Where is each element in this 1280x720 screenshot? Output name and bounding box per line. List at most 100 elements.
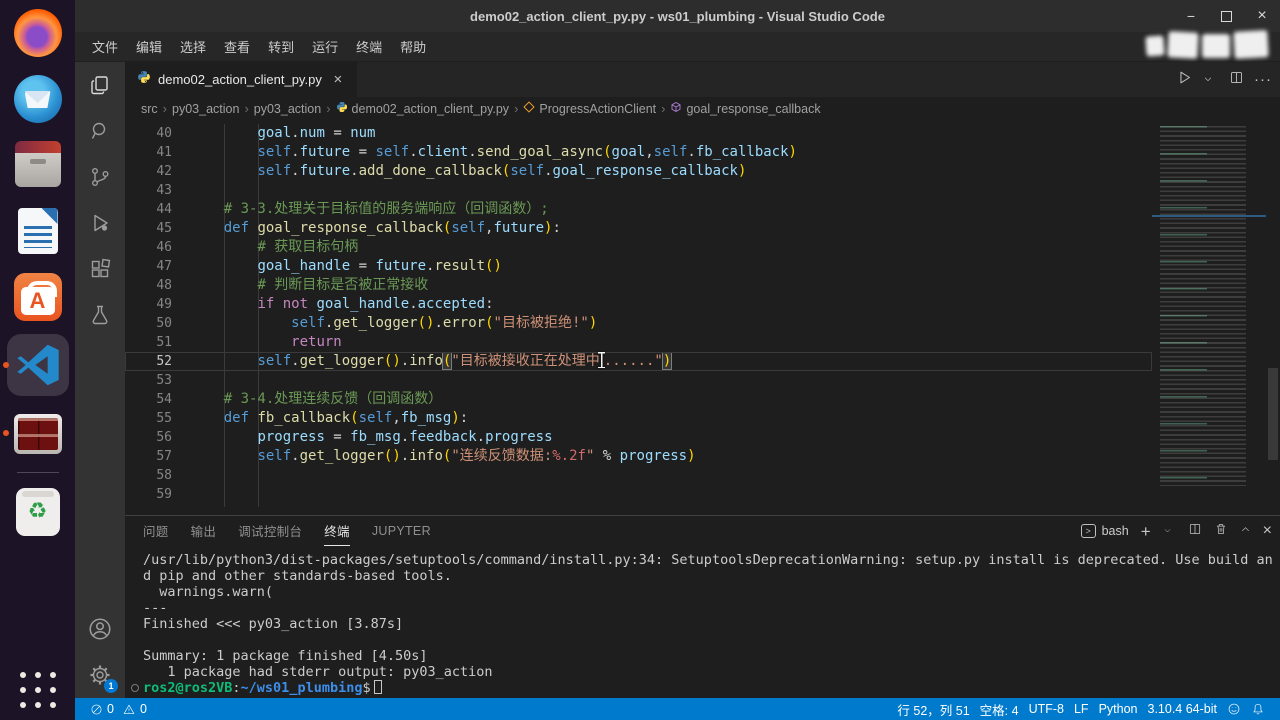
menu-item[interactable]: 编辑	[127, 33, 171, 60]
line-number[interactable]: 57	[125, 447, 172, 466]
minimize-button[interactable]: −	[1183, 8, 1199, 24]
run-dropdown-icon[interactable]	[1203, 71, 1213, 89]
terminal-instance[interactable]: > bash	[1080, 524, 1129, 538]
more-actions-icon[interactable]: ···	[1254, 71, 1272, 88]
kill-terminal-icon[interactable]	[1214, 522, 1228, 541]
search-icon[interactable]	[75, 108, 125, 154]
notifications-bell-icon[interactable]	[1246, 702, 1270, 716]
menu-item[interactable]: 帮助	[391, 33, 435, 60]
split-terminal-icon[interactable]	[1188, 522, 1202, 541]
code-line[interactable]: 57 self.get_logger().info("连续反馈数据:%.2f" …	[125, 447, 1152, 466]
line-number[interactable]: 40	[125, 124, 172, 143]
code-line[interactable]: 50 self.get_logger().error("目标被拒绝!")	[125, 314, 1152, 333]
terminal-dropdown-icon[interactable]	[1163, 522, 1172, 540]
line-number[interactable]: 59	[125, 485, 172, 504]
encoding[interactable]: UTF-8	[1024, 702, 1069, 716]
breadcrumb-item[interactable]: goal_response_callback	[670, 101, 821, 116]
code-line[interactable]: 54 # 3-4.处理连续反馈（回调函数）	[125, 390, 1152, 409]
code-line[interactable]: 59	[125, 485, 1152, 504]
feedback-smiley-icon[interactable]	[1222, 702, 1246, 716]
panel-tab[interactable]: 输出	[191, 516, 217, 546]
panel-tab[interactable]: 问题	[143, 516, 169, 546]
problems-status[interactable]: 0 0	[85, 702, 152, 716]
code-line[interactable]: 41 self.future = self.client.send_goal_a…	[125, 143, 1152, 162]
line-number[interactable]: 49	[125, 295, 172, 314]
cursor-position[interactable]: 行 52，列 51	[892, 700, 974, 719]
language-mode[interactable]: Python	[1094, 702, 1143, 716]
maximize-panel-icon[interactable]	[1240, 522, 1251, 540]
code-line[interactable]: 52 self.get_logger().info("目标被接收正在处理中...…	[125, 352, 1152, 371]
run-and-debug-icon[interactable]	[75, 200, 125, 246]
dock-ubuntu-software[interactable]	[0, 264, 75, 330]
split-editor-icon[interactable]	[1229, 70, 1244, 90]
source-control-icon[interactable]	[75, 154, 125, 200]
python-interpreter[interactable]: 3.10.4 64-bit	[1143, 702, 1223, 716]
tab-demo02-action-client[interactable]: demo02_action_client_py.py ×	[125, 62, 358, 97]
line-number[interactable]: 44	[125, 200, 172, 219]
code-line[interactable]: 43	[125, 181, 1152, 200]
menu-item[interactable]: 转到	[259, 33, 303, 60]
title-bar[interactable]: demo02_action_client_py.py - ws01_plumbi…	[75, 0, 1280, 32]
menu-item[interactable]: 运行	[303, 33, 347, 60]
menu-item[interactable]: 查看	[215, 33, 259, 60]
menu-item[interactable]: 文件	[83, 33, 127, 60]
code-line[interactable]: 48 # 判断目标是否被正常接收	[125, 276, 1152, 295]
dock-terminator[interactable]	[0, 400, 75, 466]
extensions-icon[interactable]	[75, 246, 125, 292]
panel-tab[interactable]: JUPYTER	[372, 516, 431, 546]
line-number[interactable]: 54	[125, 390, 172, 409]
line-number[interactable]: 45	[125, 219, 172, 238]
line-number[interactable]: 53	[125, 371, 172, 390]
line-number[interactable]: 42	[125, 162, 172, 181]
testing-icon[interactable]	[75, 292, 125, 338]
editor-scrollbar[interactable]	[1266, 120, 1280, 515]
dock-thunderbird[interactable]	[0, 66, 75, 132]
line-number[interactable]: 46	[125, 238, 172, 257]
line-number[interactable]: 50	[125, 314, 172, 333]
dock-libreoffice-writer[interactable]	[0, 198, 75, 264]
code-line[interactable]: 51 return	[125, 333, 1152, 352]
code-line[interactable]: 45 def goal_response_callback(self,futur…	[125, 219, 1152, 238]
indentation[interactable]: 空格: 4	[975, 700, 1024, 719]
code-line[interactable]: 44 # 3-3.处理关于目标值的服务端响应（回调函数）;	[125, 200, 1152, 219]
dock-firefox[interactable]	[0, 0, 75, 66]
line-number[interactable]: 51	[125, 333, 172, 352]
line-number[interactable]: 48	[125, 276, 172, 295]
panel-tab[interactable]: 终端	[324, 516, 350, 546]
menu-item[interactable]: 终端	[347, 33, 391, 60]
dock-files[interactable]	[0, 132, 75, 198]
breadcrumb-item[interactable]: demo02_action_client_py.py	[336, 101, 509, 116]
breadcrumb-item[interactable]: py03_action	[254, 102, 321, 116]
close-panel-icon[interactable]: ×	[1263, 522, 1272, 540]
code-line[interactable]: 53	[125, 371, 1152, 390]
panel-tab[interactable]: 调试控制台	[238, 516, 302, 546]
line-number[interactable]: 55	[125, 409, 172, 428]
maximize-button[interactable]	[1221, 10, 1232, 22]
line-number[interactable]: 43	[125, 181, 172, 200]
explorer-icon[interactable]	[75, 62, 125, 108]
line-number[interactable]: 52	[125, 352, 172, 371]
code-line[interactable]: 46 # 获取目标句柄	[125, 238, 1152, 257]
code-line[interactable]: 47 goal_handle = future.result()	[125, 257, 1152, 276]
settings-gear-icon[interactable]: 1	[75, 652, 125, 698]
close-button[interactable]: ×	[1254, 7, 1270, 25]
code-editor[interactable]: 40 goal.num = num 41 self.future = self.c…	[125, 120, 1280, 515]
line-number[interactable]: 47	[125, 257, 172, 276]
minimap[interactable]	[1152, 120, 1266, 515]
eol[interactable]: LF	[1069, 702, 1094, 716]
code-line[interactable]: 42 self.future.add_done_callback(self.go…	[125, 162, 1152, 181]
line-number[interactable]: 56	[125, 428, 172, 447]
line-number[interactable]: 41	[125, 143, 172, 162]
code-line[interactable]: 58	[125, 466, 1152, 485]
code-line[interactable]: 55 def fb_callback(self,fb_msg):	[125, 409, 1152, 428]
dock-trash[interactable]: ♻	[0, 479, 75, 545]
code-line[interactable]: 56 progress = fb_msg.feedback.progress	[125, 428, 1152, 447]
code-line[interactable]: 40 goal.num = num	[125, 124, 1152, 143]
dock-app-grid[interactable]	[0, 660, 75, 720]
code-line[interactable]: 49 if not goal_handle.accepted:	[125, 295, 1152, 314]
terminal-output[interactable]: /usr/lib/python3/dist-packages/setuptool…	[125, 546, 1280, 698]
account-icon[interactable]	[75, 606, 125, 652]
code-area[interactable]: 40 goal.num = num 41 self.future = self.c…	[125, 120, 1152, 515]
line-number[interactable]: 58	[125, 466, 172, 485]
menu-item[interactable]: 选择	[171, 33, 215, 60]
